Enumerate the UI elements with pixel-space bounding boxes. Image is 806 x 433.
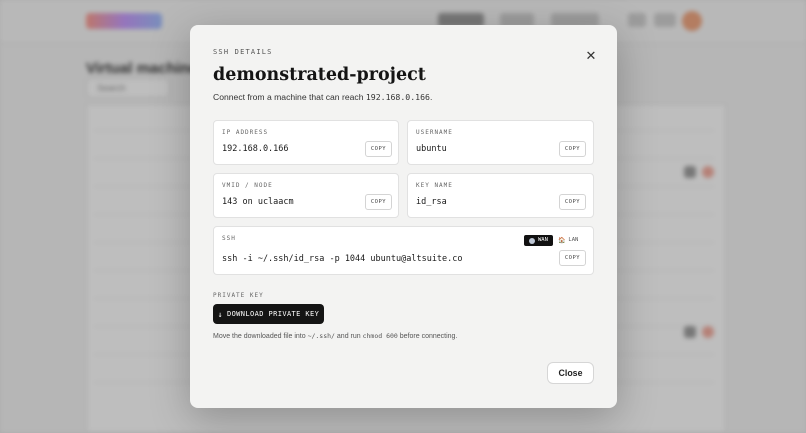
subtitle-ip: 192.168.0.166 [365,92,430,102]
close-button[interactable]: Close [547,362,594,384]
private-key-label: PRIVATE KEY [213,292,264,299]
globe-icon [529,237,535,244]
private-key-hint: Move the downloaded file into ~/.ssh/ an… [213,332,457,340]
subtitle-suffix: . [429,92,433,102]
copy-ssh-button[interactable]: COPY [559,250,586,266]
ip-address-label: IP ADDRESS [222,129,269,136]
hint-mid: and run [334,333,363,340]
hint-suffix: before connecting. [397,333,458,340]
vmid-node-label: VMID / NODE [222,182,273,189]
copy-key-name-button[interactable]: COPY [559,194,586,210]
vmid-node-value: 143 on uclaacm [222,197,294,207]
ssh-command-value: ssh -i ~/.ssh/id_rsa -p 1044 ubuntu@alts… [222,254,463,264]
close-icon[interactable]: ✕ [583,48,599,64]
username-value: ubuntu [416,144,447,154]
ssh-label: SSH [222,235,236,242]
hint-command: chmod 600 [362,332,398,340]
username-card: USERNAME ubuntu COPY [407,120,594,165]
modal-title: demonstrated-project [213,65,426,85]
house-icon: 🏠 [557,236,566,244]
key-name-label: KEY NAME [416,182,453,189]
download-button-label: DOWNLOAD PRIVATE KEY [226,310,320,318]
toggle-lan[interactable]: 🏠 LAN [553,235,583,246]
modal-subtitle: Connect from a machine that can reach 19… [213,92,432,102]
modal-eyebrow: SSH DETAILS [213,48,273,56]
toggle-lan-label: LAN [568,237,579,243]
copy-vmid-button[interactable]: COPY [365,194,392,210]
hint-prefix: Move the downloaded file into [213,333,308,340]
ssh-command-card: SSH WAN 🏠 LAN ssh -i ~/.ssh/id_rsa -p 104… [213,226,594,275]
username-label: USERNAME [416,129,453,136]
toggle-wan[interactable]: WAN [524,235,553,246]
key-name-value: id_rsa [416,197,447,207]
copy-ip-button[interactable]: COPY [365,141,392,157]
ssh-details-modal: SSH DETAILS ✕ demonstrated-project Conne… [190,25,617,408]
copy-username-button[interactable]: COPY [559,141,586,157]
download-private-key-button[interactable]: ↓ DOWNLOAD PRIVATE KEY [213,304,324,324]
toggle-wan-label: WAN [538,237,548,243]
ip-address-card: IP ADDRESS 192.168.0.166 COPY [213,120,399,165]
download-arrow-icon: ↓ [217,309,223,319]
network-toggle[interactable]: WAN 🏠 LAN [524,235,583,246]
hint-path: ~/.ssh/ [307,332,335,340]
ip-address-value: 192.168.0.166 [222,144,289,154]
key-name-card: KEY NAME id_rsa COPY [407,173,594,218]
subtitle-prefix: Connect from a machine that can reach [213,92,366,102]
vmid-node-card: VMID / NODE 143 on uclaacm COPY [213,173,399,218]
